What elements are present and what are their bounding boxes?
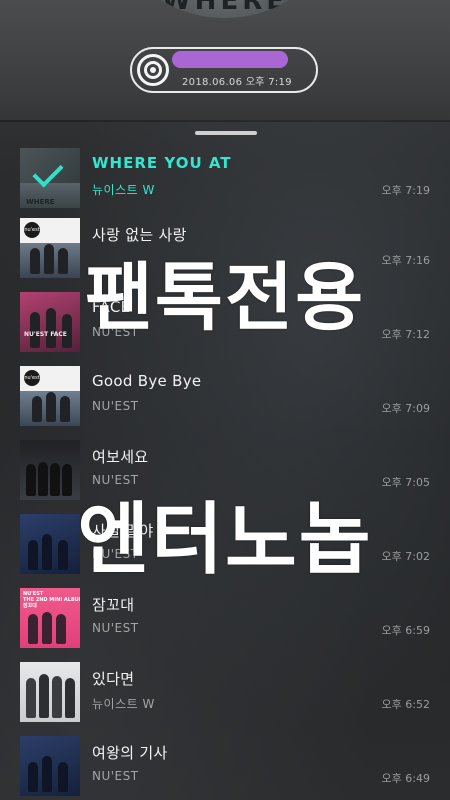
track-row[interactable]: NU'EST THE 2ND MINI ALBUM 잠꼬대 잠꼬대 NU'EST… — [0, 588, 450, 662]
watermark-text-line-2: 엔터노놉 — [77, 495, 373, 585]
track-title: WHERE YOU AT — [92, 154, 232, 172]
album-art[interactable]: WHERE — [130, 0, 320, 18]
track-time: 오후 7:19 — [381, 184, 430, 197]
drag-handle[interactable] — [195, 131, 257, 135]
watermark-text-line-1: 팬톡전용 — [84, 255, 366, 341]
album-art-text: WHERE — [162, 0, 288, 16]
track-title: 여보세요 — [92, 448, 149, 466]
track-artist: NU'EST — [92, 621, 139, 635]
thumb-text: WHERE — [26, 198, 55, 206]
album-thumb: nu'est — [20, 366, 80, 426]
now-playing-pill[interactable]: 2018.06.06 오후 7:19 — [130, 47, 318, 93]
thumb-logo: nu'est — [24, 370, 40, 386]
now-playing-time: 2018.06.06 오후 7:19 — [182, 77, 292, 88]
track-title: 잠꼬대 — [92, 596, 135, 614]
track-artist: NU'EST — [92, 399, 139, 413]
track-artist: NU'EST — [92, 769, 139, 783]
track-time: 오후 6:52 — [381, 698, 430, 711]
thumb-logo: nu'est — [24, 222, 40, 238]
track-row[interactable]: nu'est Good Bye Bye NU'EST 오후 7:09 — [0, 366, 450, 440]
track-time: 오후 6:49 — [381, 772, 430, 785]
track-row[interactable]: 있다면 뉴이스트 W 오후 6:52 — [0, 662, 450, 736]
track-title: 있다면 — [92, 670, 135, 688]
disc-icon[interactable] — [137, 54, 169, 86]
track-row[interactable]: 여왕의 기사 NU'EST 오후 6:49 — [0, 736, 450, 800]
redaction-mark — [172, 51, 288, 68]
now-playing-panel: WHERE 2018.06.06 오후 7:19 — [0, 0, 450, 120]
track-title: Good Bye Bye — [92, 372, 202, 390]
track-time: 오후 6:59 — [381, 624, 430, 637]
sheet-divider — [0, 120, 450, 122]
thumb-text: NU'EST THE 2ND MINI ALBUM 잠꼬대 — [23, 591, 80, 609]
track-row[interactable]: WHERE WHERE YOU AT 뉴이스트 W 오후 7:19 — [0, 148, 450, 222]
track-title: 여왕의 기사 — [92, 744, 168, 762]
track-time: 오후 7:09 — [381, 402, 430, 415]
track-artist: 뉴이스트 W — [92, 697, 155, 711]
album-thumb: NU'EST THE 2ND MINI ALBUM 잠꼬대 — [20, 588, 80, 648]
album-thumb — [20, 662, 80, 722]
album-thumb — [20, 736, 80, 796]
album-thumb: WHERE — [20, 148, 80, 208]
track-artist: 뉴이스트 W — [92, 183, 155, 197]
